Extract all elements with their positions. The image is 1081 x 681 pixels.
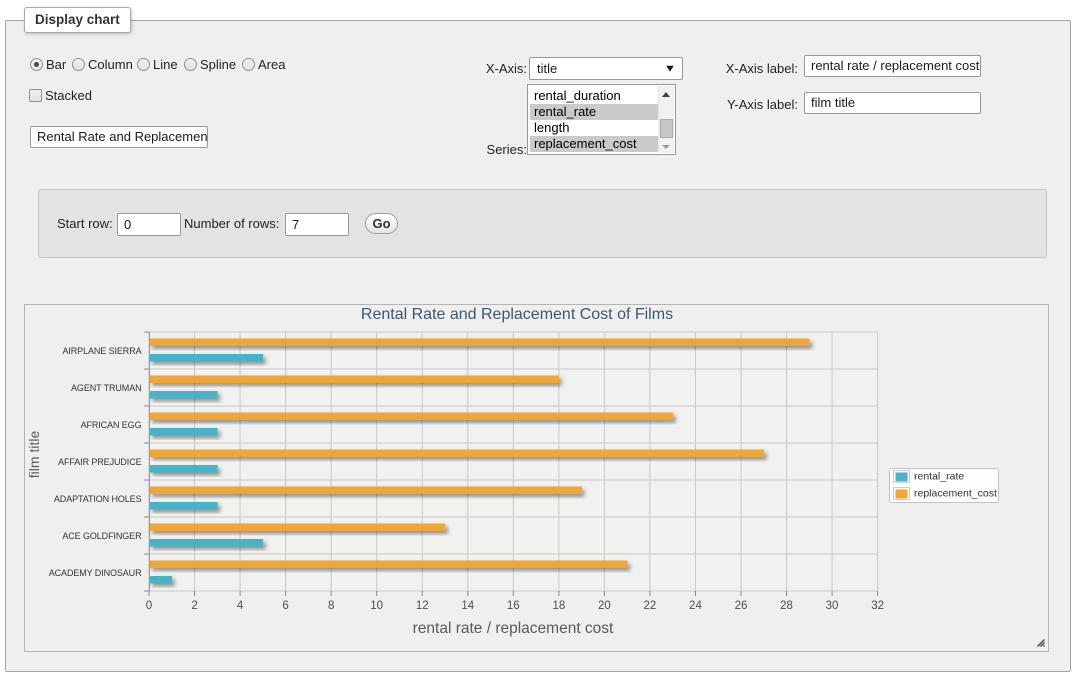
svg-text:ACADEMY DINOSAUR: ACADEMY DINOSAUR [49, 568, 142, 578]
svg-text:AGENT TRUMAN: AGENT TRUMAN [71, 383, 141, 393]
svg-text:rental rate / replacement cost: rental rate / replacement cost [413, 620, 614, 637]
svg-text:6: 6 [282, 600, 288, 612]
svg-text:28: 28 [780, 600, 793, 612]
svg-text:AIRPLANE SIERRA: AIRPLANE SIERRA [62, 346, 141, 356]
svg-text:32: 32 [871, 600, 884, 612]
svg-text:ACE GOLDFINGER: ACE GOLDFINGER [62, 531, 142, 541]
svg-text:14: 14 [461, 600, 474, 612]
svg-text:AFRICAN EGG: AFRICAN EGG [81, 420, 142, 430]
svg-text:26: 26 [735, 600, 748, 612]
svg-text:16: 16 [507, 600, 520, 612]
svg-text:replacement_cost: replacement_cost [914, 488, 997, 500]
svg-text:12: 12 [416, 600, 429, 612]
svg-text:30: 30 [826, 600, 839, 612]
svg-text:4: 4 [237, 600, 244, 612]
svg-text:20: 20 [598, 600, 611, 612]
svg-text:Rental Rate and Replacement Co: Rental Rate and Replacement Cost of Film… [361, 306, 673, 323]
svg-text:10: 10 [370, 600, 383, 612]
svg-text:8: 8 [328, 600, 334, 612]
svg-text:AFFAIR PREJUDICE: AFFAIR PREJUDICE [58, 457, 142, 467]
svg-text:rental_rate: rental_rate [914, 471, 964, 483]
svg-text:2: 2 [191, 600, 197, 612]
svg-text:film title: film title [26, 431, 42, 479]
svg-text:ADAPTATION HOLES: ADAPTATION HOLES [54, 494, 142, 504]
svg-text:0: 0 [146, 600, 152, 612]
svg-text:24: 24 [689, 600, 702, 612]
svg-text:22: 22 [644, 600, 657, 612]
svg-text:18: 18 [552, 600, 565, 612]
